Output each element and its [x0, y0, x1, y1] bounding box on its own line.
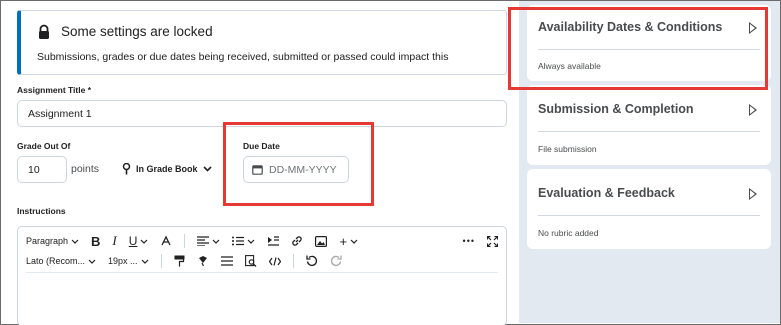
- grade-out-of-label: Grade Out Of: [17, 141, 71, 151]
- availability-card-title: Availability Dates & Conditions: [538, 20, 723, 34]
- insert-image-icon[interactable]: [315, 235, 328, 247]
- card-divider: [538, 215, 760, 216]
- text-color-icon[interactable]: [160, 235, 172, 247]
- fullscreen-icon[interactable]: [487, 235, 498, 247]
- in-grade-book-dropdown[interactable]: In Grade Book: [122, 163, 212, 175]
- trophy-icon: [122, 163, 131, 175]
- horizontal-rule-icon[interactable]: [220, 256, 233, 266]
- due-date-placeholder: DD-MM-YYYY: [269, 163, 337, 176]
- caret-right-icon: [749, 104, 757, 116]
- calendar-icon: [252, 164, 263, 175]
- availability-card-summary: Always available: [538, 61, 601, 71]
- assignment-title-value: Assignment 1: [28, 107, 92, 120]
- insert-media-icon[interactable]: [267, 235, 280, 247]
- caret-right-icon: [749, 188, 757, 200]
- grade-value: 10: [28, 163, 40, 176]
- banner-title: Some settings are locked: [61, 24, 213, 39]
- assignment-title-input[interactable]: Assignment 1: [17, 100, 507, 127]
- insert-dropdown[interactable]: +: [339, 234, 358, 249]
- lock-icon: [37, 24, 51, 40]
- assignment-editor-main: Some settings are locked Submissions, gr…: [1, 1, 519, 325]
- redo-icon[interactable]: [330, 255, 342, 267]
- assignment-title-label-text: Assignment Title: [17, 85, 86, 95]
- underline-dropdown[interactable]: U: [129, 234, 149, 248]
- editor-content-divider: [26, 272, 498, 273]
- grade-out-of-input[interactable]: 10: [17, 156, 67, 183]
- submission-completion-card[interactable]: Submission & Completion File submission: [527, 85, 771, 165]
- toolbar-divider: [292, 254, 294, 268]
- editor-toolbar-row-2: Lato (Recom... 19px ...: [26, 250, 498, 272]
- chevron-down-icon: [202, 166, 212, 172]
- card-divider: [538, 49, 760, 50]
- italic-button[interactable]: I: [112, 233, 116, 249]
- assignment-title-label: Assignment Title *: [17, 85, 91, 95]
- font-size-label: 19px ...: [108, 256, 138, 266]
- insert-link-icon[interactable]: [291, 235, 303, 247]
- font-family-dropdown[interactable]: Lato (Recom...: [26, 256, 96, 266]
- caret-right-icon: [749, 22, 757, 34]
- toolbar-divider: [160, 254, 162, 268]
- evaluation-card-title: Evaluation & Feedback: [538, 186, 675, 200]
- clear-format-icon[interactable]: [197, 255, 209, 267]
- submission-card-title: Submission & Completion: [538, 102, 694, 116]
- list-dropdown[interactable]: [232, 236, 255, 246]
- underline-label: U: [128, 234, 138, 248]
- evaluation-feedback-card[interactable]: Evaluation & Feedback No rubric added: [527, 169, 771, 249]
- settings-sidebar: Availability Dates & Conditions Always a…: [508, 1, 780, 323]
- banner-message: Submissions, grades or due dates being r…: [37, 51, 449, 63]
- more-actions-button[interactable]: •••: [463, 236, 475, 246]
- insert-label: +: [339, 233, 348, 249]
- font-family-label: Lato (Recom...: [26, 256, 86, 266]
- evaluation-card-summary: No rubric added: [538, 228, 599, 238]
- undo-icon[interactable]: [305, 255, 318, 267]
- instructions-editor[interactable]: Paragraph B I U + ••• Lato (Recom... 19p…: [17, 226, 507, 325]
- due-date-input[interactable]: DD-MM-YYYY: [243, 156, 349, 183]
- source-code-icon[interactable]: [268, 256, 281, 266]
- paragraph-format-dropdown[interactable]: Paragraph: [26, 236, 79, 246]
- required-mark: *: [87, 85, 92, 95]
- points-unit-label: points: [71, 163, 100, 175]
- due-date-label: Due Date: [243, 141, 280, 151]
- find-replace-icon[interactable]: [244, 255, 257, 267]
- toolbar-divider: [184, 234, 186, 248]
- submission-card-summary: File submission: [538, 144, 597, 154]
- bold-button[interactable]: B: [91, 234, 100, 249]
- format-painter-icon[interactable]: [174, 255, 185, 267]
- font-size-dropdown[interactable]: 19px ...: [108, 256, 149, 266]
- paragraph-label: Paragraph: [26, 236, 69, 246]
- in-grade-book-label: In Grade Book: [136, 164, 198, 174]
- instructions-label: Instructions: [17, 206, 66, 216]
- card-divider: [538, 131, 760, 132]
- availability-card[interactable]: Availability Dates & Conditions Always a…: [527, 5, 771, 81]
- editor-toolbar-row-1: Paragraph B I U + •••: [26, 230, 498, 252]
- align-dropdown[interactable]: [197, 236, 220, 246]
- locked-settings-banner: Some settings are locked Submissions, gr…: [17, 10, 507, 75]
